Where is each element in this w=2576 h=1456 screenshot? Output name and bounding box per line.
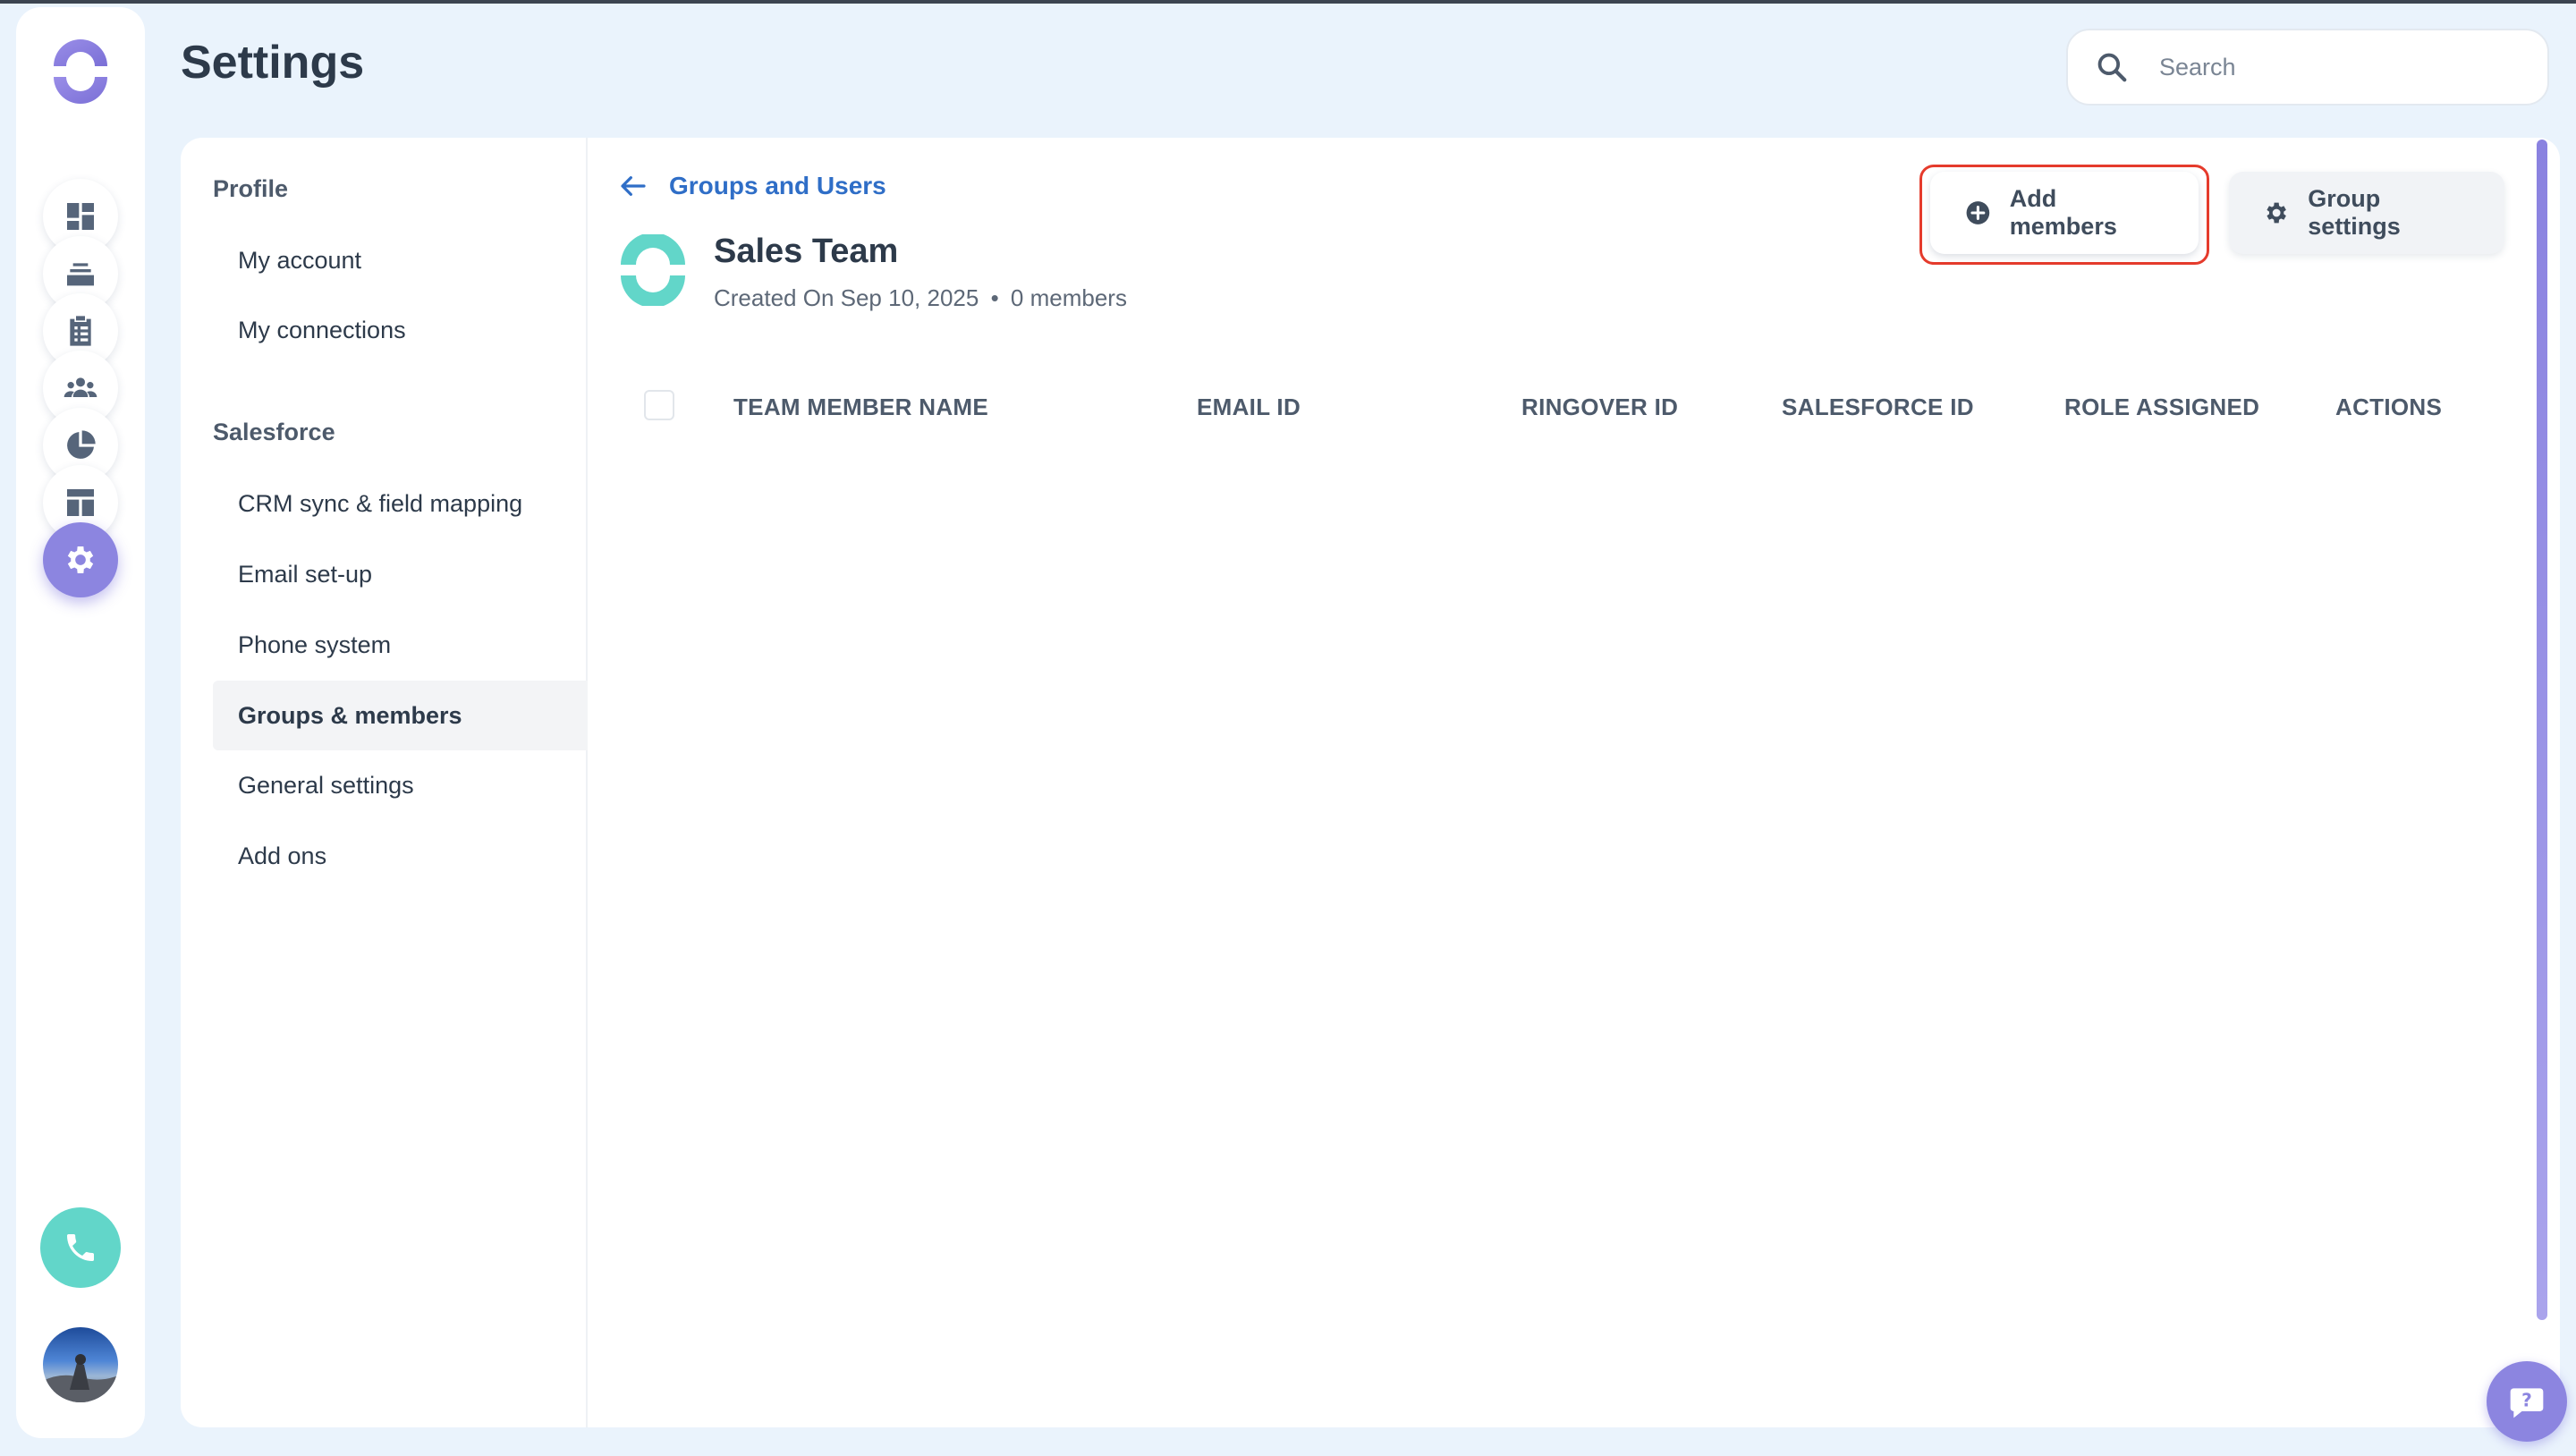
pie-chart-icon: [67, 430, 96, 459]
search-box[interactable]: [2066, 29, 2549, 106]
search-input[interactable]: [2159, 53, 2517, 81]
group-member-count: 0 members: [1010, 284, 1127, 311]
members-table-header: TEAM MEMBER NAME EMAIL ID RINGOVER ID SA…: [642, 388, 2521, 431]
nav-section-salesforce: Salesforce: [213, 419, 335, 445]
nav-item-email-setup[interactable]: Email set-up: [213, 539, 588, 609]
group-logo-icon: [621, 234, 685, 306]
back-link[interactable]: Groups and Users: [619, 172, 886, 200]
col-salesforce-id[interactable]: SALESFORCE ID: [1782, 394, 1974, 421]
group-name: Sales Team: [714, 233, 899, 270]
nav-item-phone-system[interactable]: Phone system: [213, 610, 588, 680]
nav-item-add-ons[interactable]: Add ons: [213, 821, 588, 891]
settings-card: Profile My account My connections Salesf…: [181, 138, 2560, 1427]
clipboard-list-icon: [70, 316, 91, 346]
col-role-assigned[interactable]: ROLE ASSIGNED: [2064, 394, 2259, 421]
call-button[interactable]: [40, 1207, 121, 1288]
back-link-label: Groups and Users: [669, 172, 886, 199]
arrow-left-icon: [621, 176, 646, 196]
nav-section-profile: Profile: [213, 175, 289, 202]
meta-separator: •: [990, 284, 999, 311]
help-chat-button[interactable]: ?: [2487, 1361, 2567, 1442]
svg-text:?: ?: [2521, 1390, 2532, 1411]
nav-item-general-settings[interactable]: General settings: [213, 750, 588, 820]
add-members-button[interactable]: Add members: [1930, 172, 2199, 254]
nav-item-my-connections[interactable]: My connections: [213, 295, 588, 365]
add-members-label: Add members: [2009, 185, 2117, 240]
page-scrollbar[interactable]: [2537, 140, 2547, 1320]
people-group-icon: [64, 377, 97, 397]
nav-item-my-account[interactable]: My account: [213, 225, 588, 295]
help-chat-icon: ?: [2510, 1388, 2544, 1418]
gear-icon: [67, 546, 94, 573]
col-email-id[interactable]: EMAIL ID: [1197, 394, 1301, 421]
avatar-image-icon: [43, 1354, 118, 1402]
gear-icon: [2267, 202, 2286, 224]
page-title: Settings: [181, 37, 365, 89]
app-logo-icon[interactable]: [48, 39, 113, 104]
settings-nav: Profile My account My connections Salesf…: [181, 138, 588, 1427]
phone-icon: [67, 1234, 94, 1261]
col-team-member-name[interactable]: TEAM MEMBER NAME: [733, 394, 988, 421]
col-ringover-id[interactable]: RINGOVER ID: [1521, 394, 1678, 421]
group-settings-button[interactable]: Group settings: [2229, 172, 2504, 254]
rail-settings-button[interactable]: [43, 522, 118, 597]
select-all-checkbox[interactable]: [644, 390, 674, 420]
window-top-border: [0, 0, 2576, 4]
group-settings-label: Group settings: [2308, 185, 2401, 240]
user-avatar[interactable]: [43, 1327, 118, 1402]
layout-icon: [67, 489, 94, 516]
group-meta: Created On Sep 10, 2025 • 0 members: [714, 284, 1127, 312]
group-created: Created On Sep 10, 2025: [714, 284, 979, 311]
plus-circle-icon: [1966, 201, 1990, 224]
left-rail: [16, 7, 145, 1438]
col-actions[interactable]: ACTIONS: [2335, 394, 2442, 421]
search-icon: [2097, 53, 2127, 82]
nav-item-groups-members[interactable]: Groups & members: [213, 681, 588, 750]
stack-icon: [67, 263, 94, 286]
dashboard-icon: [67, 203, 94, 230]
nav-item-crm-sync[interactable]: CRM sync & field mapping: [213, 469, 588, 538]
